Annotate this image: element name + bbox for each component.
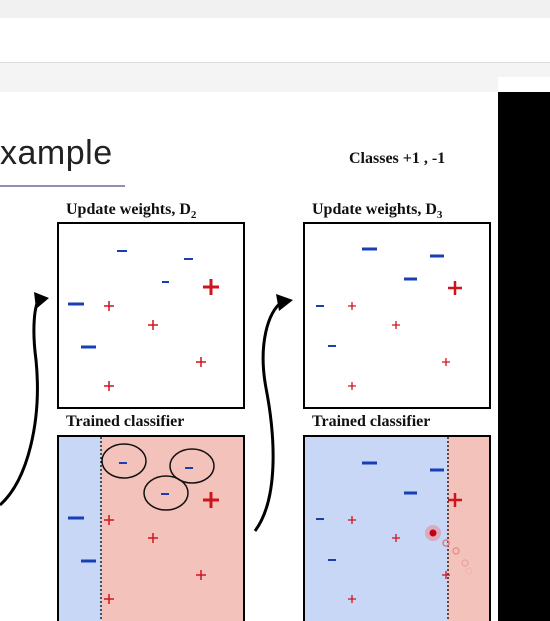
right-arrow-head <box>276 294 293 311</box>
right-flow-arrow <box>253 300 283 532</box>
left-flow-arrow <box>0 296 42 507</box>
left-positive-region <box>101 437 244 621</box>
right-positive-region <box>448 437 490 621</box>
laser-dot <box>429 529 437 537</box>
boosting-diagram <box>0 222 491 621</box>
left-arrow-head <box>34 292 49 309</box>
left-weights-panel <box>57 222 245 409</box>
right-weights-panel <box>303 222 491 409</box>
left-negative-region <box>59 437 101 621</box>
